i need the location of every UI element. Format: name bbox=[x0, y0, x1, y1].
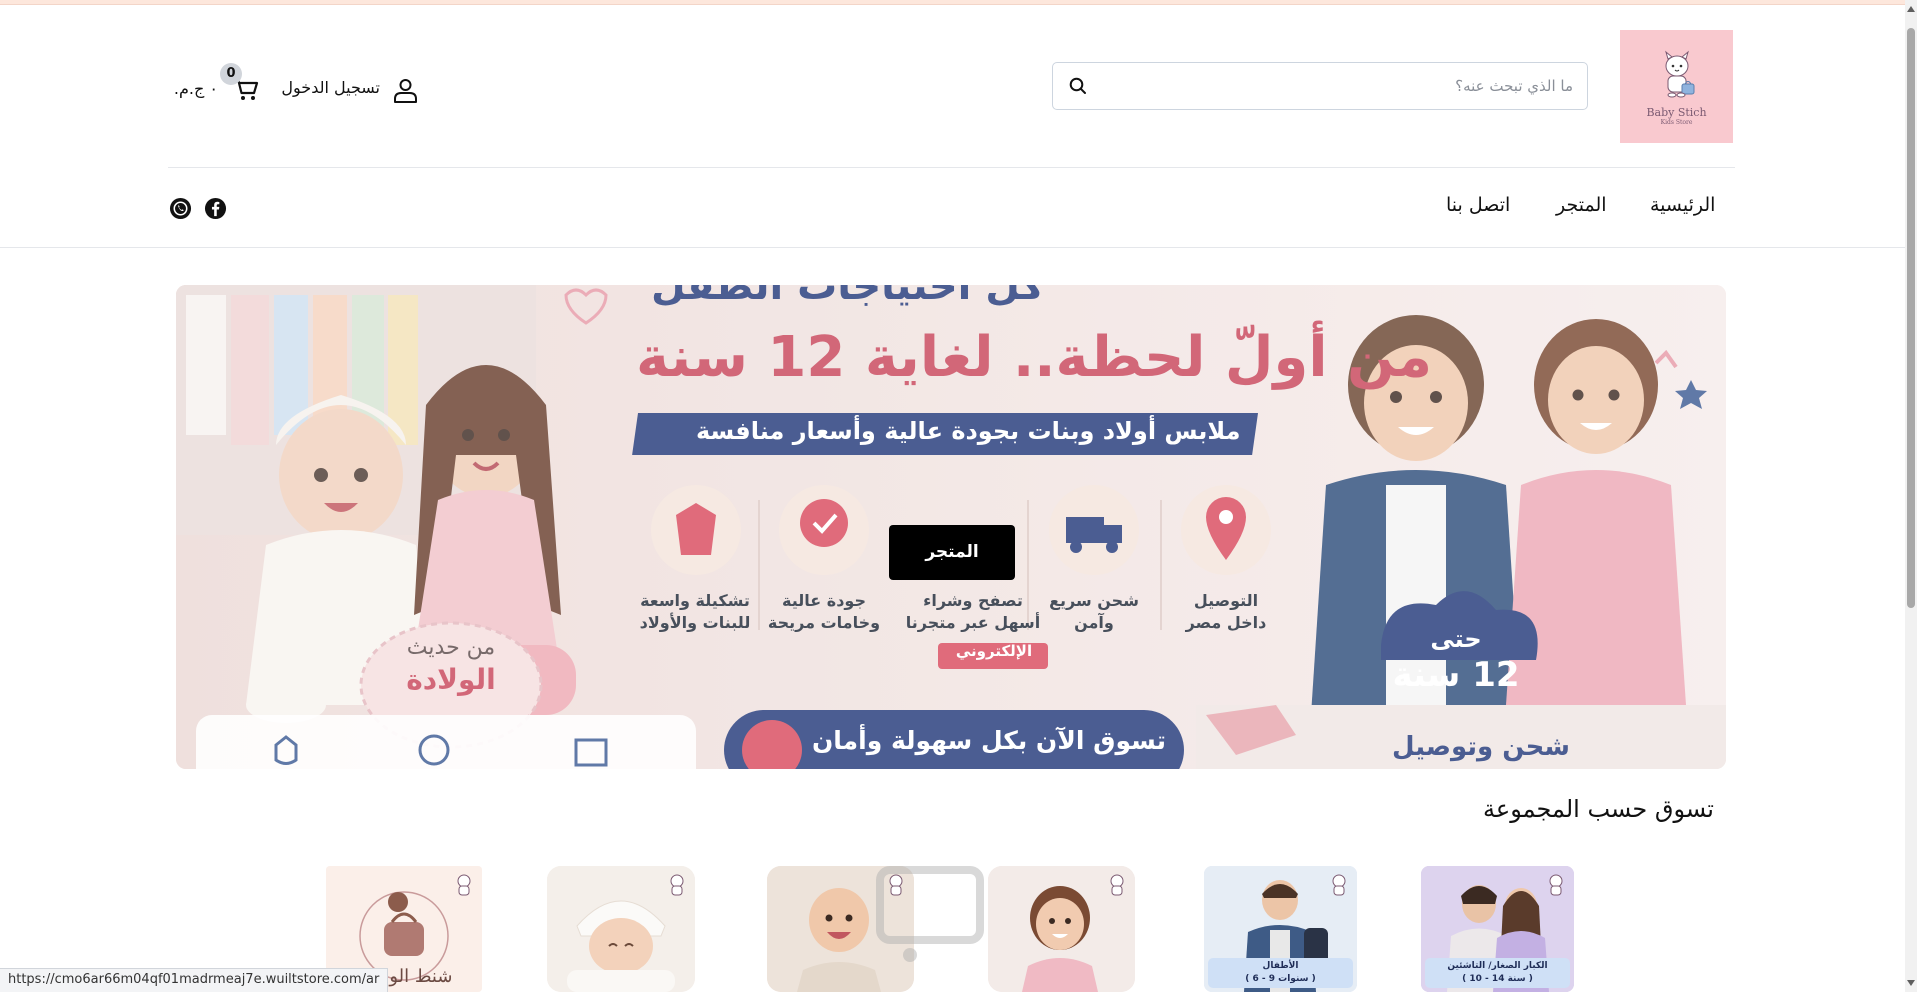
status-bar-url: https://cmo6ar66m04qf01madrmeaj7e.wuilts… bbox=[0, 968, 389, 992]
collection-kids-label: الأطفال ( 6 - 9 سنوات ) bbox=[1208, 958, 1353, 988]
collection-card-teens[interactable]: الكبار الصغار/ التاشئين ( 10 - 14 سنة ) bbox=[1421, 866, 1574, 992]
nav-item-home[interactable]: الرئيسية bbox=[1650, 194, 1715, 222]
store-logo[interactable]: Baby Stich Kids Store bbox=[1620, 30, 1733, 143]
search-box bbox=[1052, 62, 1588, 110]
scroll-up-arrow-icon[interactable] bbox=[1907, 6, 1915, 12]
site-header: Baby Stich Kids Store تسجيل الدخول 0 ٠ ج… bbox=[0, 5, 1905, 167]
scroll-down-arrow-icon[interactable] bbox=[1907, 980, 1915, 986]
logo-subtext: Kids Store bbox=[1660, 118, 1693, 126]
card-logo-icon bbox=[1549, 874, 1563, 896]
nav-divider bbox=[0, 247, 1905, 248]
whatsapp-icon[interactable] bbox=[169, 197, 192, 220]
collection-kids-title: الأطفال bbox=[1262, 961, 1299, 971]
scrollbar-thumb[interactable] bbox=[1907, 28, 1915, 608]
watermark-icon bbox=[876, 866, 984, 962]
watermark-logo bbox=[870, 860, 990, 970]
collection-teens-title: الكبار الصغار/ التاشئين bbox=[1447, 961, 1548, 971]
collection-teens-sub: ( 10 - 14 سنة ) bbox=[1462, 974, 1533, 984]
search-icon[interactable] bbox=[1068, 76, 1088, 96]
login-link[interactable]: تسجيل الدخول bbox=[260, 78, 380, 102]
facebook-icon[interactable] bbox=[204, 197, 227, 220]
card-logo-icon bbox=[457, 874, 471, 896]
logo-bear-icon bbox=[1664, 50, 1694, 97]
collection-kids-sub: ( 6 - 9 سنوات ) bbox=[1245, 974, 1316, 984]
card-logo-icon bbox=[1110, 874, 1124, 896]
collection-card-girls[interactable] bbox=[988, 866, 1135, 992]
cart-total: ٠ ج.م. bbox=[173, 79, 218, 98]
logo-text: Baby Stich bbox=[1646, 105, 1707, 119]
collection-card-kids[interactable]: الأطفال ( 6 - 9 سنوات ) bbox=[1204, 866, 1357, 992]
card-logo-icon bbox=[670, 874, 684, 896]
main-nav: الرئيسية المتجر اتصل بنا bbox=[0, 168, 1905, 247]
hero-store-button[interactable]: المتجر bbox=[889, 525, 1015, 580]
nav-item-store[interactable]: المتجر bbox=[1556, 194, 1607, 222]
user-icon[interactable] bbox=[392, 77, 419, 104]
collections-title: تسوق حسب المجموعة bbox=[1483, 795, 1714, 823]
cart-count-badge: 0 bbox=[220, 63, 242, 85]
search-input[interactable] bbox=[1099, 63, 1577, 109]
card-logo-icon bbox=[1332, 874, 1346, 896]
nav-item-contact[interactable]: اتصل بنا bbox=[1446, 194, 1510, 222]
hero-banner[interactable]: كل احتياجات الطفل من أولّ لحظة.. لغاية 1… bbox=[176, 285, 1726, 769]
collection-teens-label: الكبار الصغار/ التاشئين ( 10 - 14 سنة ) bbox=[1425, 958, 1570, 988]
collection-card-newborn[interactable] bbox=[547, 866, 695, 992]
